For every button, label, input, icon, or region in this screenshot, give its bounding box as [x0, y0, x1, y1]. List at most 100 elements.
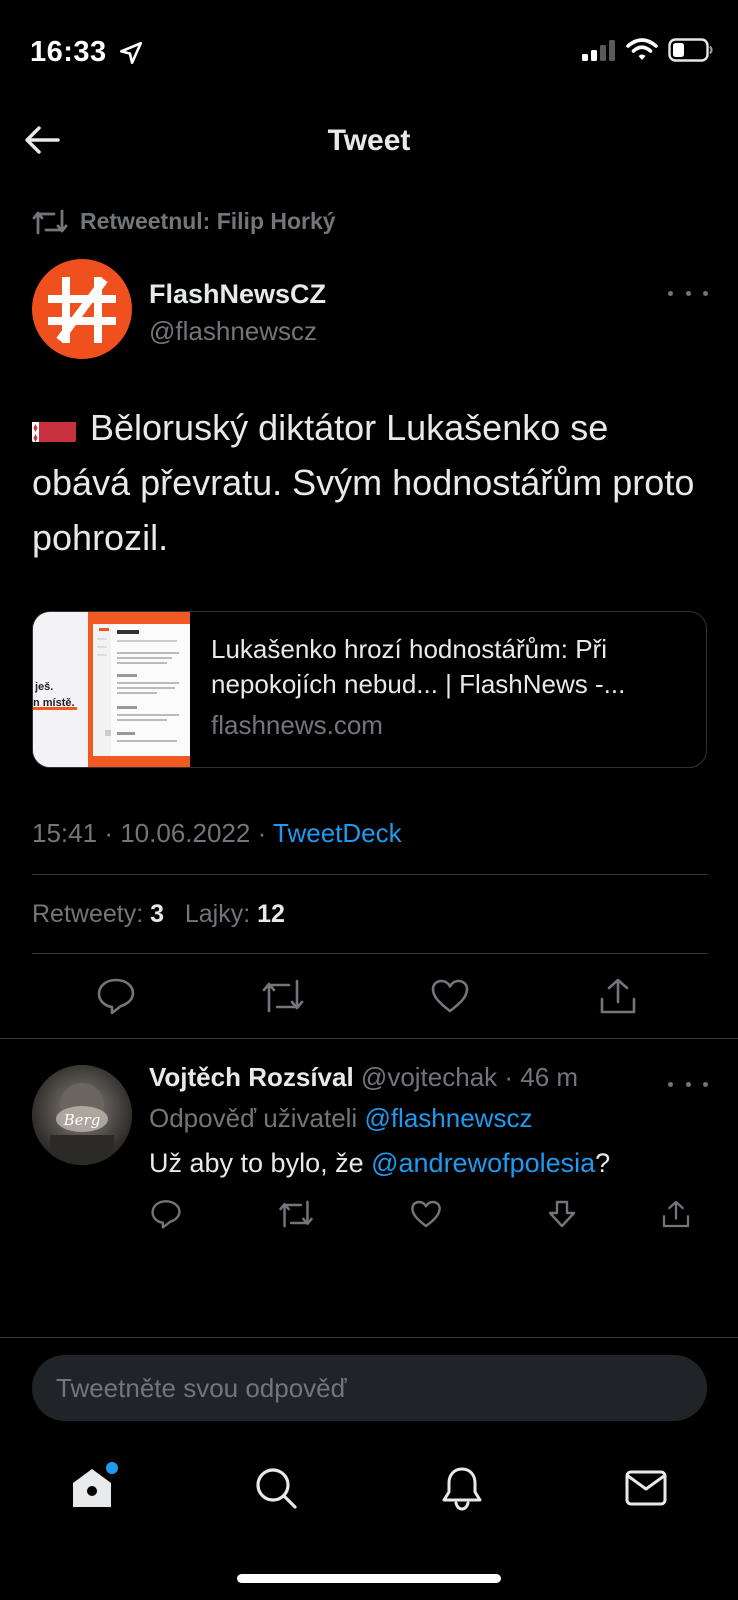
reply-text-before: Už aby to bylo, že — [149, 1148, 372, 1178]
share-button[interactable] — [594, 972, 642, 1020]
tab-messages[interactable] — [618, 1460, 674, 1516]
flashnews-logo — [48, 277, 116, 343]
thumbnail-art: ješ. n místě. — [33, 612, 190, 767]
battery-icon — [668, 38, 713, 62]
reply-more-options-button[interactable] — [668, 1074, 708, 1094]
author-handle[interactable]: @flashnewscz — [149, 316, 317, 347]
retweet-icon — [279, 1200, 313, 1228]
status-indicators — [582, 38, 714, 62]
avatar[interactable]: Berg — [32, 1065, 132, 1165]
reply-age: · 46 m — [504, 1062, 579, 1092]
mail-icon — [625, 1470, 667, 1506]
reply-text-after: ? — [595, 1148, 611, 1178]
reply-author-name[interactable]: Vojtěch Rozsíval — [149, 1062, 354, 1092]
thumb-text-1: ješ. — [34, 681, 53, 693]
retweets-stat[interactable]: Retweety: 3 — [32, 900, 164, 928]
reply-header: Vojtěch Rozsíval @vojtechak · 46 m — [149, 1062, 578, 1093]
tab-search[interactable] — [248, 1460, 304, 1516]
dot-icon — [668, 290, 673, 296]
cellular-signal-icon — [582, 40, 615, 61]
divider — [0, 1337, 738, 1338]
location-arrow-icon — [119, 41, 143, 65]
avatar[interactable] — [32, 259, 132, 359]
dot-icon — [703, 1081, 708, 1087]
retweet-icon — [32, 209, 68, 234]
link-preview-card[interactable]: ješ. n místě. Lukašenko hrozí hodnostářů… — [32, 611, 707, 768]
reply-retweet-button[interactable] — [276, 1194, 316, 1234]
downvote-arrow-icon — [548, 1200, 576, 1228]
page-title: Tweet — [327, 124, 411, 157]
share-icon — [600, 978, 636, 1014]
reply-downvote-button[interactable] — [542, 1194, 582, 1234]
reply-author-handle[interactable]: @vojtechak — [361, 1062, 497, 1092]
flag-shape — [32, 422, 76, 442]
retweets-label: Retweety: — [32, 900, 144, 928]
retweeted-by[interactable]: Retweetnul: Filip Horký — [32, 208, 336, 235]
tweet-text: Běloruský diktátor Lukašenko se obává př… — [32, 400, 708, 565]
link-preview-title: Lukašenko hrozí hodnostářům: Při nepokoj… — [211, 634, 626, 699]
divider — [32, 953, 708, 954]
search-icon — [256, 1468, 297, 1509]
separator: · — [104, 818, 113, 848]
status-bar: 16:33 — [0, 0, 738, 100]
reply-compose-box[interactable] — [32, 1355, 707, 1421]
reply-actions — [0, 1190, 738, 1240]
dot-icon — [685, 290, 691, 296]
avatar-photo: Berg — [32, 1065, 132, 1165]
svg-text:Berg: Berg — [63, 1111, 101, 1129]
replying-to: Odpověď uživateli @flashnewscz — [149, 1103, 532, 1134]
separator: · — [257, 818, 267, 848]
tab-home[interactable] — [64, 1460, 120, 1516]
tweet-actions — [0, 960, 738, 1030]
reply-icon — [151, 1200, 181, 1229]
status-time: 16:33 — [30, 36, 107, 68]
likes-stat[interactable]: Lajky: 12 — [185, 900, 285, 928]
reply-button[interactable] — [92, 972, 140, 1020]
tweet-client-link[interactable]: TweetDeck — [273, 818, 402, 848]
tweet-author: FlashNewsCZ @flashnewscz — [32, 259, 708, 361]
notification-dot — [106, 1462, 118, 1474]
reply-text: Už aby to bylo, že @andrewofpolesia? — [149, 1148, 610, 1179]
reply-input[interactable] — [32, 1355, 707, 1421]
reply-icon — [97, 978, 135, 1015]
reply-tweet[interactable]: Berg Vojtěch Rozsíval @vojtechak · 46 m … — [0, 1040, 738, 1240]
retweet-icon — [262, 979, 304, 1013]
dot-icon — [685, 1081, 691, 1087]
thumb-text-2: n místě. — [33, 697, 75, 709]
home-indicator[interactable] — [237, 1574, 501, 1583]
retweeted-by-label: Retweetnul: Filip Horký — [80, 208, 336, 234]
share-icon — [662, 1200, 690, 1228]
wifi-icon — [626, 38, 658, 60]
replying-to-label: Odpověď uživateli — [149, 1103, 358, 1133]
bell-icon — [442, 1467, 482, 1511]
retweet-button[interactable] — [259, 972, 307, 1020]
tab-notifications[interactable] — [434, 1460, 490, 1516]
likes-count: 12 — [257, 900, 285, 928]
reply-mention-link[interactable]: @andrewofpolesia — [371, 1148, 595, 1178]
reply-reply-button[interactable] — [146, 1194, 186, 1234]
bottom-tab-bar — [0, 1440, 738, 1540]
link-preview-thumbnail: ješ. n místě. — [33, 612, 190, 767]
retweets-count: 3 — [150, 900, 165, 928]
reply-share-button[interactable] — [656, 1194, 696, 1234]
more-options-button[interactable] — [668, 283, 708, 303]
heart-icon — [411, 1200, 441, 1228]
tweet-stats: Retweety: 3 Lajky: 12 — [32, 900, 285, 929]
author-name[interactable]: FlashNewsCZ — [149, 279, 326, 310]
dot-icon — [703, 290, 708, 296]
divider — [32, 874, 708, 875]
tweet-text-content: Běloruský diktátor Lukašenko se obává př… — [32, 407, 695, 558]
reply-like-button[interactable] — [406, 1194, 446, 1234]
tweet-time: 15:41 — [32, 818, 98, 848]
divider — [0, 1038, 738, 1039]
tweet-date: 10.06.2022 — [120, 818, 251, 848]
belarus-flag-icon — [32, 412, 76, 442]
dot-icon — [668, 1081, 673, 1087]
heart-icon — [431, 979, 469, 1013]
tweet-timestamp: 15:41 · 10.06.2022 · TweetDeck — [32, 818, 402, 849]
likes-label: Lajky: — [184, 900, 251, 928]
replying-to-mention[interactable]: @flashnewscz — [364, 1103, 532, 1133]
top-nav-header: Tweet — [0, 100, 738, 184]
link-preview-domain: flashnews.com — [211, 710, 383, 740]
like-button[interactable] — [426, 972, 474, 1020]
